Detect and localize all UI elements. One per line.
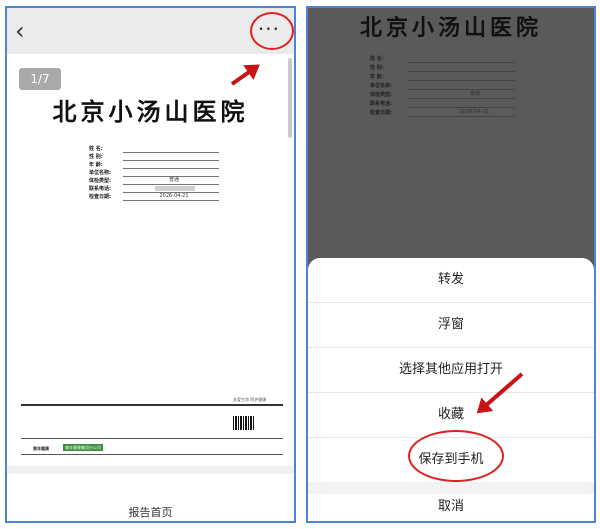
- form-underline: [408, 98, 515, 99]
- form-row: 性 别:: [370, 64, 515, 73]
- form-underline: [408, 80, 515, 81]
- form-row: 姓 名:: [370, 55, 515, 64]
- form-label: 年 龄:: [370, 74, 384, 80]
- form-label: 年 龄:: [89, 162, 103, 168]
- barcode: [233, 416, 255, 430]
- form-value: 2026-04-21: [459, 109, 489, 115]
- menu-item-forward[interactable]: 转发: [308, 258, 594, 303]
- divider: [21, 438, 283, 439]
- form-row: 联系电话:: [89, 185, 219, 193]
- menu-gap: [308, 482, 594, 494]
- menu-item-float-window[interactable]: 浮窗: [308, 303, 594, 348]
- page-separator: [7, 466, 294, 474]
- patient-info-form: 姓 名: 性 别: 年 龄: 单位名称: 体检类型: 普通 联系电话: 检查日期:…: [89, 145, 219, 201]
- form-row: 体检类型: 普通: [370, 91, 515, 100]
- document-viewer-panel: ‹ ··· 1/7 北京小汤山医院 姓 名: 性 别: 年 龄: 单位名称: 体…: [5, 6, 296, 523]
- form-underline: [123, 200, 219, 201]
- form-underline: [408, 62, 515, 63]
- hospital-title: 北京小汤山医院: [359, 15, 542, 41]
- patient-info-form: 姓 名: 性 别: 年 龄: 单位名称: 体检类型: 普通 联系电话: 检查日期:…: [370, 55, 515, 118]
- form-row: 年 龄:: [370, 73, 515, 82]
- form-underline: [408, 107, 515, 108]
- highlight-circle-more: [250, 12, 294, 50]
- form-row: 检查日期: 2026-04-21: [370, 109, 515, 118]
- form-underline: [408, 71, 515, 72]
- hospital-title: 北京小汤山医院: [52, 97, 249, 126]
- form-label: 体检类型:: [89, 178, 111, 184]
- form-underline: [408, 89, 515, 90]
- highlight-circle-save: [408, 430, 504, 482]
- form-label: 姓 名:: [370, 56, 384, 62]
- form-label: 联系电话:: [370, 101, 392, 107]
- form-label: 检查日期:: [89, 194, 111, 200]
- form-label: 单位名称:: [370, 83, 392, 89]
- footer-slogan: 关爱生命 呵护健康: [233, 397, 267, 402]
- divider: [21, 454, 283, 455]
- divider: [21, 404, 283, 406]
- form-value: 普通: [168, 177, 179, 183]
- action-sheet: 转发 浮窗 选择其他应用打开 收藏 保存到手机 取消: [308, 258, 594, 521]
- page-caption: 报告首页: [128, 506, 173, 519]
- redacted-value: [155, 186, 195, 191]
- form-label: 联系电话:: [89, 186, 111, 192]
- viewer-top-bar: ‹ ···: [7, 8, 294, 54]
- menu-item-cancel[interactable]: 取消: [308, 494, 594, 521]
- form-underline: [408, 116, 515, 117]
- form-row: 检查日期: 2026-04-21: [89, 193, 219, 201]
- back-icon[interactable]: ‹: [15, 16, 25, 46]
- form-label: 单位名称:: [89, 170, 111, 176]
- form-row: 单位名称:: [89, 169, 219, 177]
- form-label: 姓 名:: [89, 146, 103, 152]
- menu-item-open-other-app[interactable]: 选择其他应用打开: [308, 348, 594, 393]
- form-label: 性 别:: [89, 154, 103, 160]
- form-label: 体检类型:: [370, 92, 392, 98]
- page-indicator: 1/7: [19, 68, 61, 90]
- form-value: 普通: [469, 91, 480, 97]
- form-row: 联系电话:: [370, 100, 515, 109]
- form-row: 体检类型: 普通: [89, 177, 219, 185]
- form-row: 姓 名:: [89, 145, 219, 153]
- form-label: 性 别:: [370, 65, 384, 71]
- form-value: 2026-04-21: [159, 193, 189, 199]
- brand-logo-text: 美年健康: [33, 446, 49, 451]
- form-row: 年 龄:: [89, 161, 219, 169]
- brand-green-label: 美年健康集团分公司: [63, 444, 103, 451]
- form-label: 检查日期:: [370, 110, 392, 116]
- form-row: 性 别:: [89, 153, 219, 161]
- form-row: 单位名称:: [370, 82, 515, 91]
